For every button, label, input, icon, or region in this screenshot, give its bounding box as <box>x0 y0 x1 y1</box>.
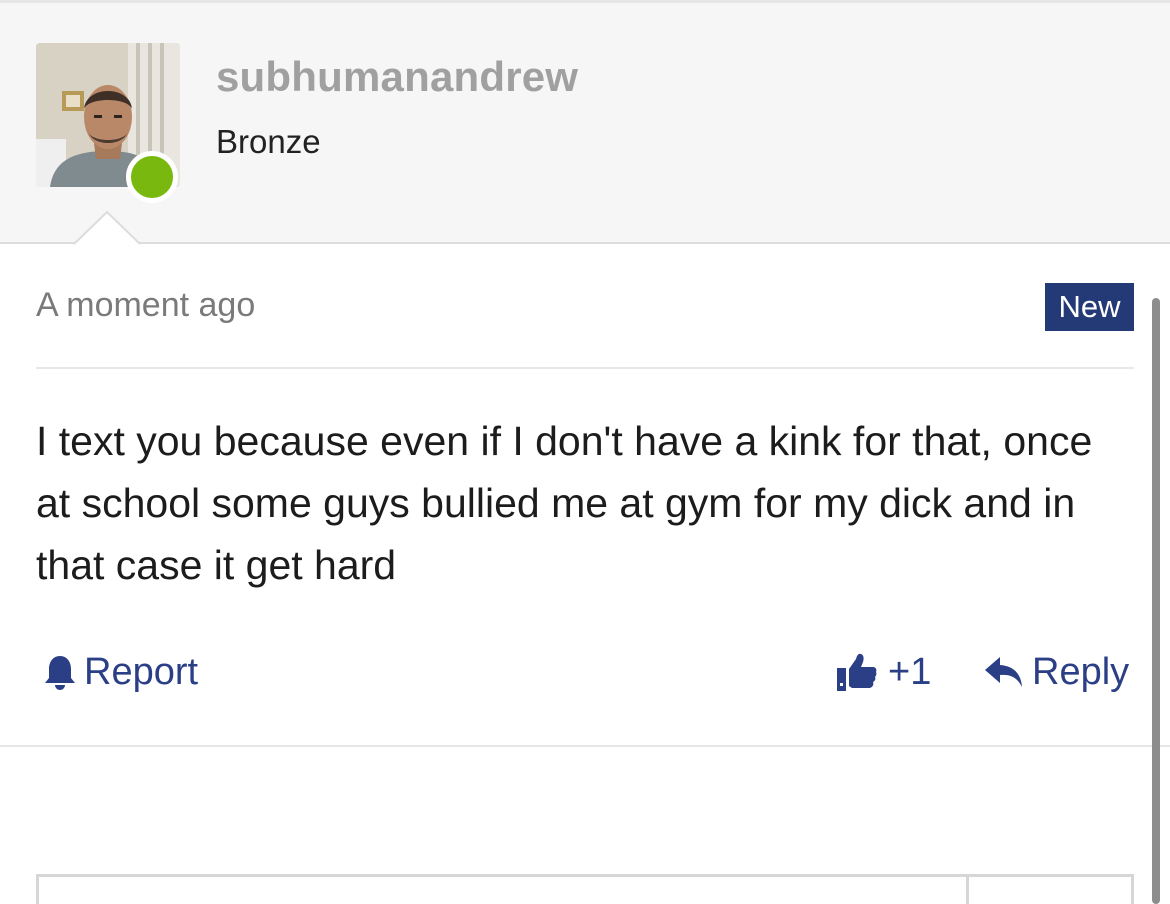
scrollbar[interactable] <box>1152 298 1160 904</box>
like-button[interactable]: +1 <box>836 648 931 696</box>
user-header: subhumanandrew Bronze <box>0 0 1170 244</box>
comment-bottom-divider <box>0 745 1170 747</box>
bell-icon <box>44 654 76 690</box>
new-badge: New <box>1045 283 1134 331</box>
next-comment-box <box>36 874 1134 904</box>
divider <box>36 367 1134 369</box>
reply-button[interactable]: Reply <box>984 648 1129 696</box>
comment-timestamp: A moment ago <box>36 286 256 324</box>
report-button[interactable]: Report <box>44 648 198 696</box>
online-status-indicator <box>126 151 178 203</box>
comment-page: subhumanandrew Bronze A moment ago New I… <box>0 0 1170 904</box>
reply-arrow-icon <box>984 655 1024 689</box>
user-rank: Bronze <box>216 123 321 160</box>
reply-label: Reply <box>1032 650 1130 693</box>
comment-text: I text you because even if I don't have … <box>36 418 1093 588</box>
username[interactable]: subhumanandrew <box>216 53 578 101</box>
next-comment-box-divider <box>966 874 969 904</box>
report-label: Report <box>84 650 199 693</box>
thumbs-up-icon <box>836 652 878 692</box>
like-count: +1 <box>888 650 932 693</box>
speech-caret <box>74 211 140 245</box>
